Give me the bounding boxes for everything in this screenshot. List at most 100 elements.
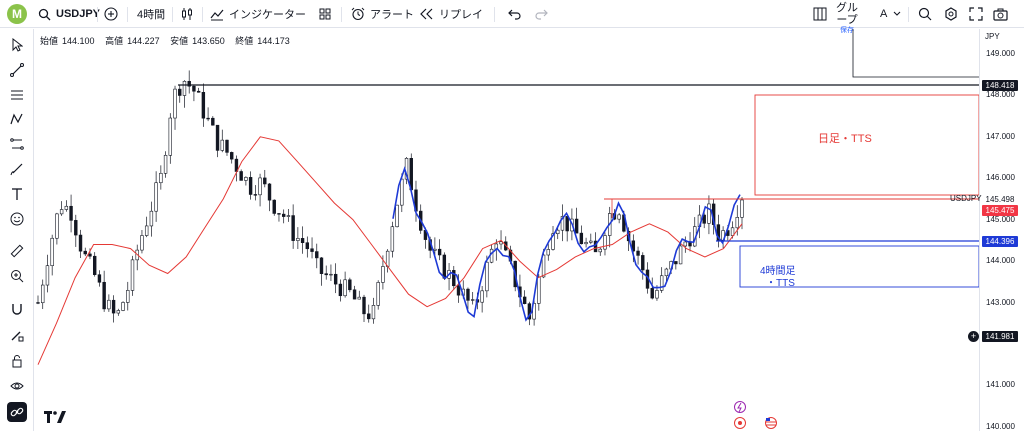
candle-body [192, 85, 196, 92]
candle-body [263, 177, 267, 185]
flag-canton [766, 418, 770, 421]
candle-body [116, 310, 121, 314]
candle-body [707, 203, 711, 224]
candle-body [437, 248, 442, 256]
high-label: 高値 [105, 36, 124, 46]
candle-body [225, 139, 229, 153]
candle-body [196, 90, 201, 93]
candle-body [319, 257, 324, 274]
candle-body [248, 177, 253, 195]
candle-body [376, 282, 380, 306]
candle-body [485, 261, 489, 292]
candle-body [367, 313, 371, 320]
low-label: 安値 [170, 36, 189, 46]
candle-body [97, 274, 102, 283]
candle-body [352, 289, 357, 300]
add-alert-plus-icon[interactable]: + [968, 331, 979, 342]
candle-body [655, 290, 659, 299]
low-value: 143.650 [192, 36, 225, 46]
tradingview-logo[interactable] [44, 411, 66, 426]
ohlc-legend: 始値 144.100 高値 144.227 安値 143.650 終値 144.173 [40, 34, 298, 47]
candle-body [211, 117, 215, 126]
candle-body [348, 279, 352, 291]
candle-body [215, 124, 220, 151]
candle-body [149, 210, 154, 227]
price-chart[interactable] [0, 0, 1024, 431]
candle-body [291, 215, 295, 241]
candle-body [556, 229, 560, 235]
candle-body [296, 238, 300, 241]
price-tick: 140.000 [986, 421, 1015, 431]
candle-body [206, 117, 210, 120]
candle-body [173, 88, 177, 119]
candle-body [641, 255, 645, 271]
candle-body [182, 80, 187, 96]
candle-body [650, 288, 654, 299]
black-step-line[interactable] [852, 29, 979, 78]
candle-body [230, 152, 234, 160]
candle-body [64, 205, 69, 210]
price-tick: 149.000 [986, 48, 1015, 58]
price-tag-148: 148.418 [982, 80, 1018, 91]
candle-body [244, 177, 248, 181]
candle-body [168, 117, 172, 156]
candle-body [735, 217, 739, 229]
price-tick: 146.000 [986, 173, 1015, 183]
candle-body [286, 215, 291, 217]
candle-body [74, 220, 78, 236]
candle-body [69, 205, 73, 221]
candle-body [683, 241, 688, 247]
candle-body [239, 171, 243, 181]
candle-body [178, 88, 182, 96]
candle-body [102, 281, 106, 310]
candle-body [338, 283, 343, 297]
candle-body [333, 273, 338, 285]
candle-body [111, 299, 116, 314]
candle-body [574, 218, 579, 234]
candle-body [300, 238, 305, 243]
candle-body [315, 251, 319, 259]
candle-body [357, 296, 361, 300]
candle-body [41, 284, 45, 304]
currency-label[interactable]: JPY [985, 32, 1000, 41]
candle-body [390, 226, 395, 252]
candle-body [343, 279, 347, 297]
candle-body [565, 216, 569, 232]
tv-logo-icon [44, 411, 66, 423]
daily-tts-note[interactable]: 日足・TTS [818, 130, 872, 146]
candle-body [140, 235, 144, 251]
close-label: 終値 [235, 36, 254, 46]
price-tick: 143.000 [986, 297, 1015, 307]
usdjpy-line-label: USDJPY [950, 194, 982, 203]
candle-body [659, 275, 664, 291]
candle-body [253, 194, 258, 196]
candle-body [664, 268, 669, 277]
candle-body [281, 213, 286, 217]
candle-body [433, 248, 437, 251]
candle-body [470, 299, 475, 301]
candle-body [537, 276, 541, 304]
candle-body [107, 299, 111, 310]
cursor-price-tag: 141.981 [982, 331, 1018, 342]
event-dot-center [738, 421, 742, 425]
candle-body [220, 139, 224, 151]
candle-body [740, 199, 744, 218]
high-value: 144.227 [127, 36, 160, 46]
candle-body [55, 213, 59, 239]
candle-body [381, 266, 385, 283]
candle-body [579, 232, 584, 245]
candle-body [480, 290, 484, 303]
candle-body [598, 248, 602, 253]
candle-body [442, 254, 447, 279]
h4-tts-note-line2[interactable]: ・TTS [766, 274, 795, 289]
candle-body [678, 245, 683, 265]
candle-body [277, 213, 281, 215]
candle-body [92, 255, 97, 275]
candle-body [546, 249, 550, 256]
candle-body [88, 253, 92, 257]
candle-body [499, 241, 503, 245]
candle-body [144, 225, 149, 236]
candle-body [310, 248, 314, 252]
candle-body [522, 296, 527, 304]
open-value: 144.100 [62, 36, 95, 46]
